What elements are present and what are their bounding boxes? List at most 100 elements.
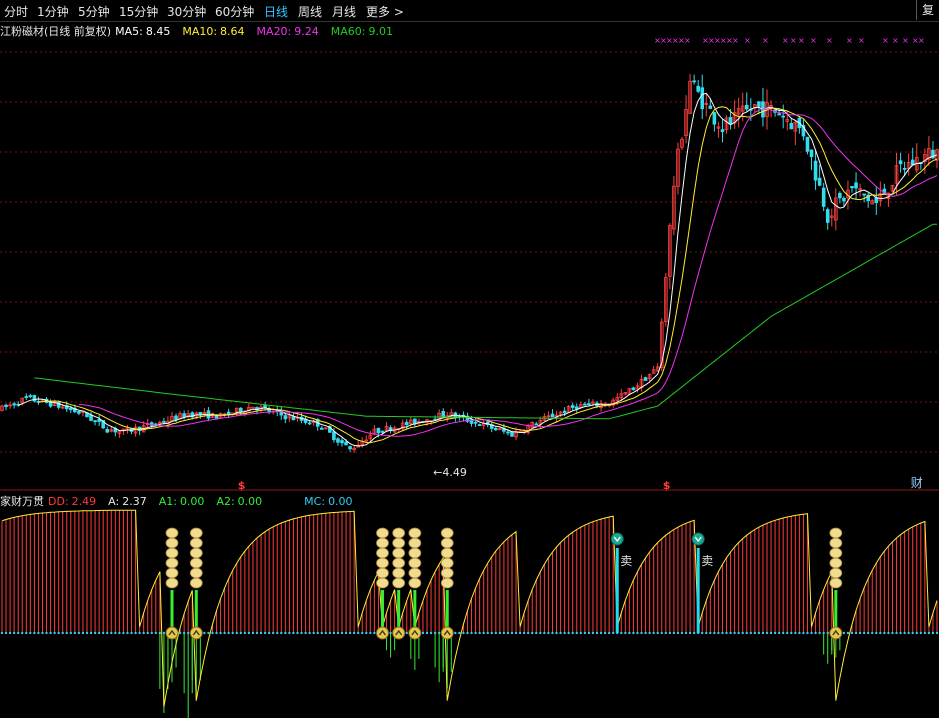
mc-dot xyxy=(745,631,748,635)
coin-icon xyxy=(408,567,422,579)
main-legend: 江粉磁材(日线 前复权) MA5: 8.45 MA10: 8.64 MA20: 9.24 MA… xyxy=(0,23,405,39)
chart-canvas[interactable]: ←4.49$ $ 财× × × × × × × × × × × × × × × × × × × × × × × × × ×卖卖 xyxy=(0,0,939,718)
candle-body xyxy=(283,415,288,420)
coin-icon xyxy=(440,577,454,589)
mc-dot xyxy=(316,631,319,635)
mc-dot xyxy=(324,631,328,635)
ma20-line xyxy=(78,108,938,437)
coin-icon xyxy=(392,527,406,539)
mc-dot xyxy=(348,631,352,635)
a2-value: 0.00 xyxy=(237,495,263,508)
signal-x-mark: × xyxy=(798,36,805,45)
coin-icon xyxy=(189,567,203,579)
mc-dot xyxy=(296,631,299,635)
mc-dot xyxy=(421,631,425,635)
mc-dot xyxy=(433,631,437,635)
candle-body xyxy=(307,422,312,425)
ma10-line xyxy=(38,106,938,444)
mc-dot xyxy=(709,631,712,635)
mc-dot xyxy=(786,631,789,635)
mc-dot xyxy=(4,631,8,635)
coin-icon xyxy=(440,567,454,579)
candle-body xyxy=(696,85,700,92)
mc-dot xyxy=(575,631,578,635)
mc-dot xyxy=(158,631,162,635)
sub-legend: 家财万贯 DD: 2.49 A: 2.37 A1: 0.00 A2: 0.00 MC: 0.00 xyxy=(0,493,365,509)
candle-body xyxy=(380,430,385,433)
mc-dot xyxy=(713,631,716,635)
mc-dot xyxy=(37,631,40,635)
mc-dot xyxy=(271,631,275,635)
coin-icon xyxy=(165,527,179,539)
mc-dot xyxy=(470,631,473,635)
buy-marker-icon xyxy=(189,626,203,640)
coin-icon xyxy=(392,577,406,589)
mc-dot xyxy=(563,631,566,635)
candle-body xyxy=(570,405,575,408)
candle-body xyxy=(643,377,648,381)
ma5-line xyxy=(18,92,938,447)
candle-body xyxy=(712,112,717,125)
mc-dot xyxy=(466,631,469,635)
mc-dot xyxy=(502,631,506,635)
mc-dot xyxy=(664,631,668,635)
coin-icon xyxy=(189,547,203,559)
mc-dot xyxy=(535,631,538,635)
mc-dot xyxy=(69,631,73,635)
coin-icon xyxy=(408,537,422,549)
mc-dot xyxy=(53,631,56,635)
candle-body xyxy=(902,167,907,170)
a1-value: 0.00 xyxy=(179,495,205,508)
mc-dot xyxy=(866,631,870,635)
finance-marker: 财 xyxy=(911,476,923,490)
coin-icon xyxy=(189,537,203,549)
candle-body xyxy=(12,403,16,406)
dd-label: DD: xyxy=(48,495,69,508)
sell-label: 卖 xyxy=(701,554,713,568)
mc-dot xyxy=(842,631,846,635)
candle-body xyxy=(77,411,81,414)
mc-dot xyxy=(899,631,902,635)
mc-dot xyxy=(425,631,429,635)
mc-dot xyxy=(911,631,914,635)
candle-body xyxy=(574,406,579,410)
coin-icon xyxy=(376,557,389,569)
coin-icon xyxy=(392,557,406,569)
a1-label: A1: xyxy=(158,495,177,508)
mc-dot xyxy=(891,631,894,635)
candle-body xyxy=(583,403,587,406)
coin-icon xyxy=(165,577,179,589)
mc-dot xyxy=(490,631,493,635)
mc-dot xyxy=(526,631,530,635)
candle-body xyxy=(291,416,296,421)
candle-body xyxy=(854,182,858,189)
mc-dot xyxy=(215,631,218,635)
mc-dot xyxy=(895,631,898,635)
mc-dot xyxy=(365,631,368,635)
mc-dot xyxy=(207,631,210,635)
signal-x-mark: × xyxy=(918,36,925,45)
buy-marker-icon xyxy=(392,626,406,640)
mc-dot xyxy=(437,631,441,635)
a1-legend: A1: 0.00 xyxy=(159,495,211,508)
mc-dot xyxy=(284,631,287,635)
dd-legend: DD: 2.49 xyxy=(48,495,102,508)
candle-body xyxy=(404,421,409,426)
mc-dot xyxy=(45,631,48,635)
mc-dot xyxy=(725,631,728,635)
coin-icon xyxy=(440,547,454,559)
candle-body xyxy=(631,387,636,391)
mc-dot xyxy=(110,631,113,635)
mc-dot xyxy=(57,631,60,635)
sell-label: 卖 xyxy=(620,554,632,568)
mc-dot xyxy=(25,631,28,635)
sell-marker-icon xyxy=(610,532,624,546)
mc-dot xyxy=(29,631,32,635)
candle-body xyxy=(226,411,231,415)
mc-dot xyxy=(798,631,801,635)
candle-body xyxy=(821,187,826,207)
mc-dot xyxy=(769,631,773,635)
candle-body xyxy=(93,420,97,423)
mc-dot xyxy=(514,631,518,635)
mc-dot xyxy=(632,631,635,635)
